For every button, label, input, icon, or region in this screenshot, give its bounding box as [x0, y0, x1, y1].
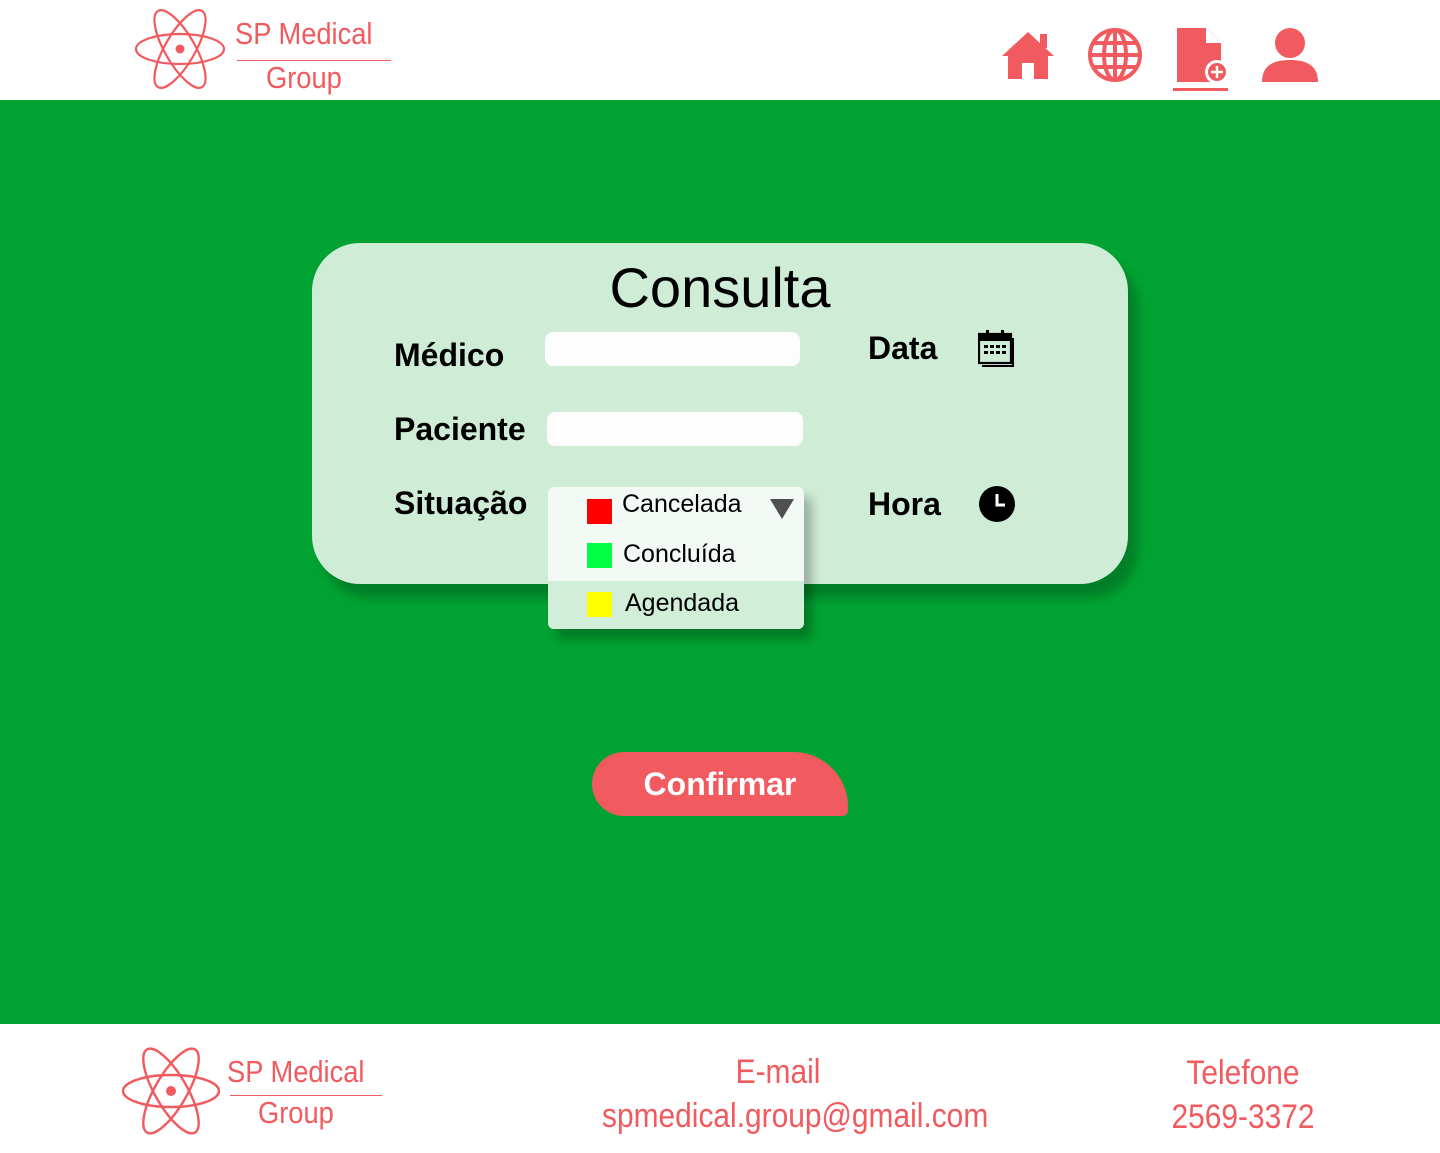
footer-logo[interactable]: SP Medical Group	[120, 1046, 386, 1138]
header: SP Medical Group	[0, 0, 1440, 100]
option-label: Concluída	[623, 540, 736, 568]
calendar-icon[interactable]	[978, 329, 1016, 367]
brand-name-line2: Group	[266, 60, 342, 95]
brand-name-line1: SP Medical	[235, 16, 373, 51]
situacao-label: Situação	[394, 485, 528, 521]
situacao-dropdown[interactable]: Cancelada Concluída Agendada	[548, 487, 804, 629]
situacao-option-cancelada[interactable]: Cancelada	[548, 487, 804, 535]
nav-globe[interactable]	[1087, 27, 1143, 83]
atom-logo-icon	[134, 9, 226, 89]
phone-value[interactable]: 2569-3372	[1155, 1095, 1331, 1139]
add-document-icon	[1177, 28, 1229, 84]
status-color-yellow	[587, 592, 612, 617]
clock-icon[interactable]	[978, 485, 1016, 523]
footer-brand-line1: SP Medical	[227, 1054, 365, 1089]
paciente-label: Paciente	[394, 411, 526, 447]
phone-title: Telefone	[1186, 1054, 1300, 1092]
home-icon	[1002, 32, 1054, 79]
footer: SP Medical Group E-mail spmedical.group@…	[0, 1024, 1440, 1153]
nav-user[interactable]	[1261, 27, 1319, 83]
option-label: Cancelada	[622, 490, 742, 518]
globe-icon	[1088, 28, 1142, 82]
atom-logo-icon	[121, 1047, 221, 1135]
status-color-green	[587, 543, 612, 568]
user-icon	[1262, 28, 1318, 82]
medico-input[interactable]	[545, 332, 800, 366]
dropdown-arrow-icon[interactable]	[770, 499, 794, 519]
page-title: Consulta	[609, 256, 831, 319]
email-value[interactable]: spmedical.group@gmail.com	[602, 1094, 988, 1138]
status-color-red	[587, 499, 612, 524]
option-label: Agendada	[625, 589, 740, 617]
main-content: Consulta Médico Paciente Situação Data H…	[0, 100, 1440, 1024]
medico-label: Médico	[394, 337, 505, 373]
nav-active-indicator	[1173, 88, 1228, 91]
footer-brand-line2: Group	[258, 1095, 334, 1130]
header-logo[interactable]: SP Medical Group	[134, 8, 394, 95]
nav-new-consulta[interactable]	[1175, 26, 1231, 84]
confirm-button[interactable]: Confirmar	[592, 752, 848, 816]
situacao-option-concluida[interactable]: Concluída	[548, 533, 804, 581]
paciente-input[interactable]	[547, 412, 803, 446]
footer-phone: Telefone 2569-3372	[1155, 1051, 1331, 1139]
hora-label: Hora	[868, 486, 941, 522]
email-title: E-mail	[735, 1053, 821, 1091]
footer-email: E-mail spmedical.group@gmail.com	[602, 1050, 988, 1138]
situacao-option-agendada[interactable]: Agendada	[548, 581, 804, 629]
nav-home[interactable]	[1000, 30, 1056, 80]
data-label: Data	[868, 330, 938, 366]
